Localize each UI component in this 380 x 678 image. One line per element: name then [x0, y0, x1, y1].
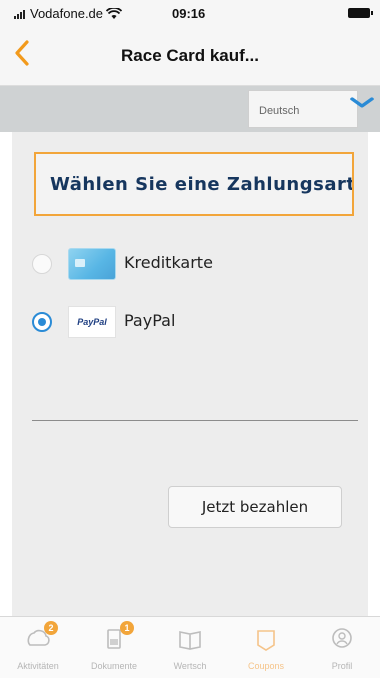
language-select[interactable]: Deutsch: [248, 90, 374, 128]
clock: 09:16: [172, 6, 206, 21]
credit-card-icon: [68, 248, 116, 280]
divider: [32, 420, 358, 421]
paypal-logo: PayPal: [68, 306, 116, 338]
option-label-paypal: PayPal: [124, 311, 176, 330]
payment-option-paypal[interactable]: PayPal PayPal: [32, 302, 342, 342]
tab-bar: 2 Aktivitäten 1 Dokumente Wertsch Coupon…: [0, 616, 380, 678]
option-label-credit-card: Kreditkarte: [124, 253, 213, 272]
payment-heading-box: Wählen Sie eine Zahlungsart: [34, 152, 354, 216]
nav-bar: Race Card kauf...: [0, 26, 380, 86]
battery-icon: [348, 8, 373, 18]
payment-heading: Wählen Sie eine Zahlungsart: [50, 174, 354, 195]
tab-wertsch[interactable]: Wertsch: [152, 621, 228, 677]
carrier-info: Vodafone.de: [14, 6, 123, 21]
badge-documents: 1: [120, 621, 134, 635]
tab-label-activities: Aktivitäten: [17, 661, 59, 671]
radio-paypal[interactable]: [32, 312, 52, 332]
payment-option-credit-card[interactable]: Kreditkarte: [32, 244, 342, 284]
page-title: Race Card kauf...: [121, 46, 259, 65]
tab-activities[interactable]: 2 Aktivitäten: [0, 621, 76, 677]
documents-icon: 1: [100, 621, 134, 653]
chevron-down-icon: [350, 97, 374, 108]
activity-icon: 2: [24, 621, 58, 653]
tab-documents[interactable]: 1 Dokumente: [76, 621, 152, 677]
wifi-icon: [106, 7, 123, 19]
tab-coupons[interactable]: Coupons: [228, 621, 304, 677]
coupon-icon: [252, 625, 280, 653]
book-icon: [176, 625, 204, 653]
pay-now-button[interactable]: Jetzt bezahlen: [168, 486, 342, 528]
radio-credit-card[interactable]: [32, 254, 52, 274]
tab-label-wertsch: Wertsch: [173, 661, 207, 671]
profile-icon: [328, 625, 356, 653]
language-strip: Deutsch: [0, 86, 380, 132]
tab-label-profile: Profil: [331, 661, 353, 671]
status-bar: Vodafone.de 09:16: [0, 0, 380, 26]
signal-icon: [14, 9, 25, 19]
tab-label-coupons: Coupons: [247, 661, 285, 671]
tab-label-documents: Dokumente: [90, 661, 138, 671]
carrier-name: Vodafone.de: [30, 6, 104, 21]
tab-profile[interactable]: Profil: [304, 621, 380, 677]
badge-activities: 2: [44, 621, 58, 635]
payment-panel: Wählen Sie eine Zahlungsart Kreditkarte …: [12, 132, 368, 616]
language-value: Deutsch: [259, 105, 300, 117]
